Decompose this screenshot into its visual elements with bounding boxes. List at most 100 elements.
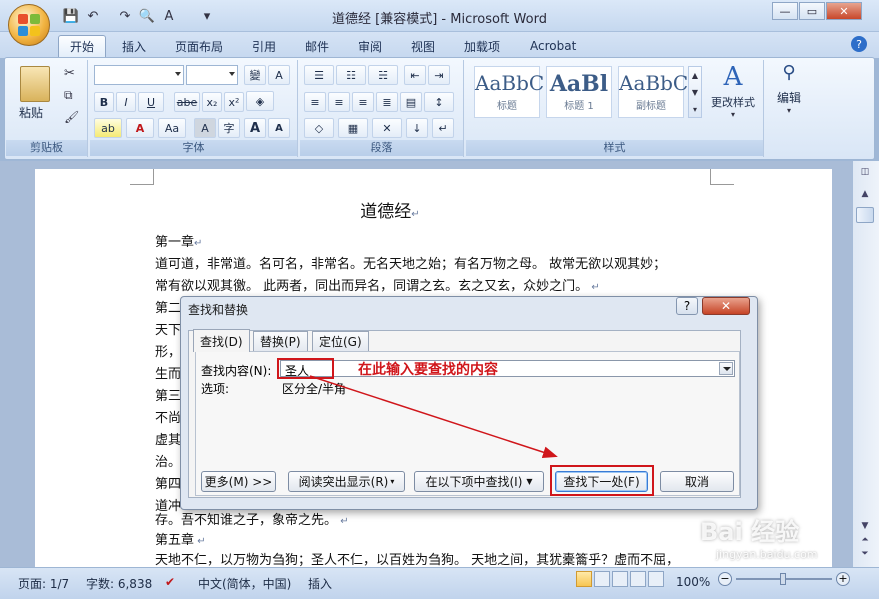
increase-indent-icon[interactable]: ⇥: [428, 65, 450, 85]
sort-icon[interactable]: ↓: [406, 118, 428, 138]
format-painter-icon[interactable]: 🖌: [64, 110, 79, 124]
document-title: 道德经↵: [360, 202, 420, 222]
highlight-color-icon[interactable]: ab: [94, 118, 122, 138]
tab-insert[interactable]: 插入: [111, 35, 157, 57]
doc-line: 虚其: [155, 433, 182, 448]
find-in-button[interactable]: 在以下项中查找(I) ▼: [414, 471, 544, 492]
subscript-button[interactable]: x₂: [202, 92, 222, 112]
multilevel-list-icon[interactable]: ☵: [368, 65, 398, 85]
tab-page-layout[interactable]: 页面布局: [164, 35, 234, 57]
tab-goto[interactable]: 定位(G): [312, 331, 369, 351]
align-left-icon[interactable]: ≡: [304, 92, 326, 112]
copy-icon[interactable]: ⧉: [64, 88, 73, 103]
status-page[interactable]: 页面: 1/7: [18, 575, 69, 592]
strikethrough-button[interactable]: abe: [174, 92, 200, 112]
minimize-button[interactable]: —: [772, 2, 798, 20]
more-button[interactable]: 更多(M) >>: [201, 471, 276, 492]
maximize-button[interactable]: ▭: [799, 2, 825, 20]
cancel-button[interactable]: 取消: [660, 471, 734, 492]
status-language[interactable]: 中文(简体，中国): [198, 575, 291, 592]
tab-addins[interactable]: 加载项: [453, 35, 511, 57]
style-title[interactable]: AaBbC 标题: [474, 66, 544, 118]
show-marks-icon[interactable]: ↵: [432, 118, 454, 138]
bullets-icon[interactable]: ☰: [304, 65, 334, 85]
editing-button[interactable]: ⚲ 编辑 ▾: [770, 62, 808, 115]
style-title-name: 标题: [497, 101, 517, 112]
char-shading-icon[interactable]: A: [194, 118, 216, 138]
scroll-down-icon[interactable]: ▼: [856, 521, 874, 531]
align-right-icon[interactable]: ≡: [352, 92, 374, 112]
status-mode[interactable]: 插入: [308, 575, 332, 592]
office-button[interactable]: [8, 4, 50, 46]
tab-replace[interactable]: 替换(P): [253, 331, 308, 351]
underline-button[interactable]: U: [138, 92, 164, 112]
binoculars-icon: ⚲: [782, 62, 796, 83]
chinese-layout-icon[interactable]: ✕: [372, 118, 402, 138]
line-spacing-icon[interactable]: ↕: [424, 92, 454, 112]
tab-home[interactable]: 开始: [58, 35, 107, 57]
cut-icon[interactable]: ✂: [64, 66, 75, 81]
doc-line: 天下: [155, 323, 182, 338]
clear-format-icon[interactable]: ◈: [246, 91, 274, 111]
web-layout-icon[interactable]: [612, 571, 628, 587]
tab-references[interactable]: 引用: [241, 35, 287, 57]
outline-icon[interactable]: [630, 571, 646, 587]
zoom-out-icon[interactable]: −: [718, 572, 732, 586]
bold-button[interactable]: B: [94, 92, 114, 112]
tab-acrobat[interactable]: Acrobat: [519, 35, 587, 57]
tab-mailings[interactable]: 邮件: [294, 35, 340, 57]
find-history-dropdown[interactable]: [719, 362, 733, 375]
doc-line: 第四: [155, 477, 182, 492]
proofing-icon[interactable]: ✔: [165, 575, 175, 589]
paste-icon[interactable]: [20, 66, 50, 102]
style-heading1-sample: AaBl: [549, 71, 609, 97]
distributed-icon[interactable]: ▤: [400, 92, 422, 112]
decrease-indent-icon[interactable]: ⇤: [404, 65, 426, 85]
next-page-icon[interactable]: ⏷: [856, 549, 874, 559]
prev-page-icon[interactable]: ⏶: [856, 535, 874, 545]
ruler-toggle-icon[interactable]: ◫: [856, 167, 874, 181]
enclose-char-icon[interactable]: 字: [218, 118, 240, 138]
zoom-slider-thumb[interactable]: [780, 573, 786, 585]
numbering-icon[interactable]: ☷: [336, 65, 366, 85]
borders-icon[interactable]: ▦: [338, 118, 368, 138]
close-window-button[interactable]: ✕: [826, 2, 862, 20]
italic-button[interactable]: I: [116, 92, 136, 112]
align-center-icon[interactable]: ≡: [328, 92, 350, 112]
paste-label[interactable]: 粘贴: [19, 104, 43, 121]
font-color-button[interactable]: A: [126, 118, 154, 138]
change-case-button[interactable]: Aa: [158, 118, 186, 138]
print-layout-icon[interactable]: [576, 571, 592, 587]
tab-review[interactable]: 审阅: [347, 35, 393, 57]
status-words[interactable]: 字数: 6,838: [86, 575, 152, 592]
style-heading1[interactable]: AaBl 标题 1: [546, 66, 612, 118]
justify-icon[interactable]: ≣: [376, 92, 398, 112]
dialog-close-button[interactable]: ✕: [702, 297, 750, 315]
full-screen-icon[interactable]: [594, 571, 610, 587]
vertical-scrollbar[interactable]: ◫ ▲ ▼ ⏶ ⏷: [852, 161, 879, 567]
scroll-thumb[interactable]: [856, 207, 874, 223]
paragraph-group-label: 段落: [300, 140, 463, 156]
draft-icon[interactable]: [648, 571, 664, 587]
shading-icon[interactable]: ◇: [304, 118, 334, 138]
tab-view[interactable]: 视图: [400, 35, 446, 57]
style-subtitle-name: 副标题: [636, 101, 666, 112]
font-size-combo[interactable]: [186, 65, 238, 85]
styles-scroll-icon[interactable]: ▲ ▼ ▾: [688, 66, 702, 118]
help-icon[interactable]: ?: [851, 36, 867, 52]
style-subtitle[interactable]: AaBbC 副标题: [618, 66, 688, 118]
char-border-icon[interactable]: A: [268, 65, 290, 85]
tab-find[interactable]: 查找(D): [193, 329, 250, 352]
shrink-font-button[interactable]: A: [268, 118, 290, 138]
style-heading1-name: 标题 1: [564, 101, 594, 112]
dialog-help-button[interactable]: ?: [676, 297, 698, 315]
font-name-combo[interactable]: [94, 65, 184, 85]
scroll-up-icon[interactable]: ▲: [856, 189, 874, 203]
change-styles-button[interactable]: A 更改样式 ▾: [708, 62, 758, 119]
phonetic-guide-icon[interactable]: 變: [244, 65, 266, 85]
zoom-level[interactable]: 100%: [676, 575, 710, 589]
superscript-button[interactable]: x²: [224, 92, 244, 112]
zoom-in-icon[interactable]: +: [836, 572, 850, 586]
reading-highlight-button[interactable]: 阅读突出显示(R) ▾: [288, 471, 405, 492]
grow-font-button[interactable]: A: [244, 118, 266, 138]
